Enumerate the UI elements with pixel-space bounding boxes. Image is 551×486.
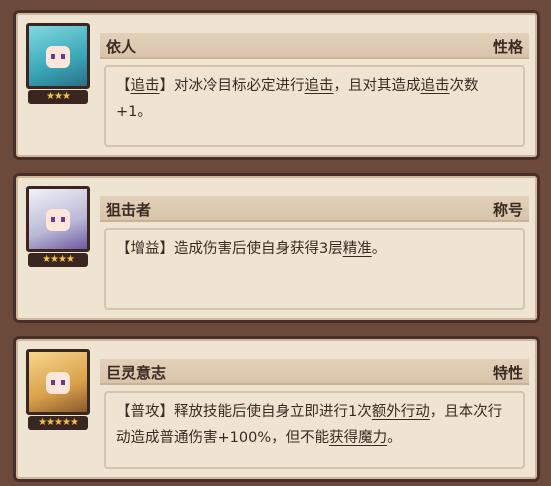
trait-card[interactable]: ★★★★ 狙击者 称号 【增益】造成伤害后使自身获得3层精准。	[13, 173, 540, 323]
star-rating-icon: ★★★	[28, 90, 88, 104]
face-icon	[46, 209, 70, 231]
character-portrait	[26, 23, 90, 89]
face-icon	[46, 46, 70, 68]
keyword-link[interactable]: 精准	[343, 241, 372, 257]
trait-panel: ★★★ 依人 性格 【追击】对冰冷目标必定进行追击，且对其造成追击次数+1。 ★…	[0, 0, 551, 486]
keyword-link[interactable]: 追击	[421, 78, 450, 94]
trait-description: 【追击】对冰冷目标必定进行追击，且对其造成追击次数+1。	[104, 65, 525, 147]
character-portrait	[26, 186, 90, 252]
trait-card[interactable]: ★★★★★ 巨灵意志 特性 【普攻】释放技能后使自身立即进行1次额外行动，且本次…	[13, 336, 540, 482]
card-header: 依人 性格	[100, 33, 529, 59]
trait-category: 特性	[492, 364, 523, 382]
trait-description: 【普攻】释放技能后使自身立即进行1次额外行动，且本次行动造成普通伤害+100%，…	[104, 391, 525, 469]
card-header: 狙击者 称号	[100, 196, 529, 222]
keyword-link[interactable]: 追击	[305, 78, 334, 94]
trait-name: 巨灵意志	[106, 364, 167, 382]
character-portrait	[26, 349, 90, 415]
trait-card[interactable]: ★★★ 依人 性格 【追击】对冰冷目标必定进行追击，且对其造成追击次数+1。	[13, 10, 540, 160]
keyword-link[interactable]: 额外行动	[372, 404, 430, 420]
star-rating-icon: ★★★★★	[28, 416, 88, 430]
trait-category: 称号	[492, 201, 523, 219]
trait-name: 狙击者	[106, 201, 152, 219]
card-header: 巨灵意志 特性	[100, 359, 529, 385]
trait-description: 【增益】造成伤害后使自身获得3层精准。	[104, 228, 525, 310]
trait-category: 性格	[492, 38, 523, 56]
face-icon	[46, 372, 70, 394]
keyword-link[interactable]: 追击	[131, 78, 160, 94]
trait-name: 依人	[106, 38, 137, 56]
keyword-link[interactable]: 获得魔力	[329, 430, 387, 446]
star-rating-icon: ★★★★	[28, 253, 88, 267]
